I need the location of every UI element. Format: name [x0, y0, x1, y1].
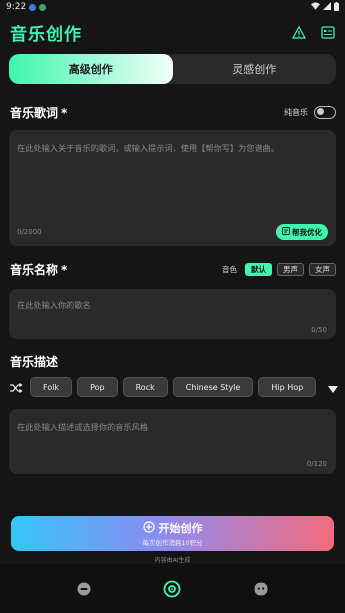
bottom-nav [0, 564, 345, 613]
lyrics-placeholder: 在此处输入关于音乐的歌词，或输入提示词，使用【帮你写】为您谱曲。 [17, 143, 280, 153]
status-bar: 9:22 [0, 0, 345, 14]
pure-music-label: 纯音乐 [284, 107, 308, 117]
name-title-text: 音乐名称 [10, 262, 59, 277]
description-placeholder: 在此处输入描述或选择你的音乐风格 [17, 422, 149, 432]
description-counter: 0/120 [306, 460, 327, 468]
style-chip-hip-hop[interactable]: Hip Hop [258, 377, 317, 397]
signal-icon [323, 2, 331, 12]
description-title: 音乐描述 [10, 354, 59, 369]
pure-music-toggle[interactable] [314, 105, 336, 119]
description-input[interactable]: 在此处输入描述或选择你的音乐风格 0/120 [9, 409, 336, 474]
voice-female-option[interactable]: 女声 [309, 262, 336, 276]
nav-chat-icon[interactable] [74, 579, 94, 599]
pure-music-toggle-group: 纯音乐 [284, 105, 336, 119]
status-right [311, 1, 339, 13]
lyrics-header: 音乐歌词 * 纯音乐 [0, 102, 345, 122]
style-chip-rock[interactable]: Rock [122, 377, 168, 397]
notification-icon [39, 3, 47, 11]
style-chip-chinese-style[interactable]: Chinese Style [172, 377, 254, 397]
sparkle-icon [282, 227, 290, 237]
status-left: 9:22 [6, 2, 47, 12]
song-name-placeholder: 在此处输入你的歌名 [17, 300, 91, 310]
create-cost: 每次创作消耗10积分 [142, 539, 203, 547]
notification-icon [29, 3, 37, 11]
description-header: 音乐描述 [0, 352, 345, 370]
tab-advanced[interactable]: 高级创作 [9, 54, 173, 84]
expand-styles-button[interactable] [321, 377, 345, 397]
triangle-down-icon [328, 378, 338, 397]
name-header: 音乐名称 * 音色 默认 男声 女声 [0, 260, 345, 278]
status-time: 9:22 [6, 2, 27, 12]
optimize-button[interactable]: 帮我优化 [276, 224, 328, 240]
header-actions [290, 24, 336, 41]
nav-music-create-icon[interactable] [162, 579, 182, 599]
warning-icon[interactable] [290, 24, 307, 41]
app-header: 音乐创作 [0, 14, 345, 50]
song-name-counter: 0/50 [311, 326, 327, 334]
required-mark: * [61, 105, 68, 120]
list-card-icon[interactable] [319, 24, 336, 41]
song-name-input[interactable]: 在此处输入你的歌名 0/50 [9, 289, 336, 339]
required-mark: * [61, 262, 68, 277]
mode-tabs: 高级创作 灵感创作 [9, 54, 336, 84]
start-create-button[interactable]: 开始创作 每次创作消耗10积分 [11, 516, 334, 551]
style-chip-pop[interactable]: Pop [77, 377, 118, 397]
create-label: 开始创作 [158, 522, 203, 535]
lyrics-title-text: 音乐歌词 [10, 105, 59, 120]
plus-circle-icon [142, 520, 155, 536]
tab-inspiration[interactable]: 灵感创作 [173, 54, 337, 84]
ai-generated-note: 内容由AI生成 [154, 557, 191, 564]
shuffle-icon[interactable] [9, 380, 23, 394]
wifi-icon [311, 2, 320, 12]
lyrics-title: 音乐歌词 * [10, 104, 67, 121]
voice-default-option[interactable]: 默认 [245, 262, 272, 276]
nav-profile-icon[interactable] [251, 579, 271, 599]
page-title: 音乐创作 [10, 24, 82, 45]
lyrics-counter: 0/2000 [17, 228, 42, 236]
voice-selector: 音色 默认 男声 女声 [222, 262, 336, 276]
lyrics-input[interactable]: 在此处输入关于音乐的歌词，或输入提示词，使用【帮你写】为您谱曲。 0/2000 … [9, 130, 336, 246]
style-chip-folk[interactable]: Folk [30, 377, 73, 397]
battery-icon [334, 1, 339, 13]
style-chips: Folk Pop Rock Chinese Style Hip Hop [0, 377, 345, 397]
optimize-label: 帮我优化 [292, 227, 322, 237]
voice-male-option[interactable]: 男声 [277, 262, 304, 276]
voice-label: 音色 [222, 264, 237, 274]
name-title: 音乐名称 * [10, 261, 67, 278]
create-main: 开始创作 [142, 520, 203, 536]
